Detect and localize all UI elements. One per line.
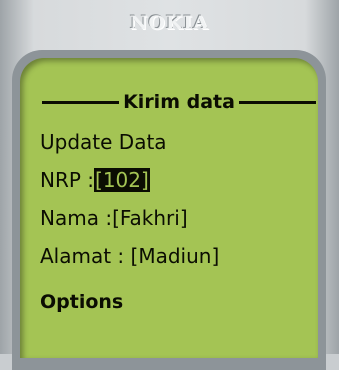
screen-title-row: Kirim data <box>42 90 317 114</box>
nrp-label: NRP : <box>40 168 95 192</box>
phone-body: NOKIA Kirim data Update Data NRP :[102] … <box>0 0 339 370</box>
screen-title: Kirim data <box>123 91 235 113</box>
alamat-field[interactable]: Alamat : [Madiun] <box>40 244 219 268</box>
title-rule-left <box>42 100 120 104</box>
nrp-value[interactable]: [102] <box>94 168 150 192</box>
alamat-value[interactable]: [Madiun] <box>131 244 220 268</box>
nrp-field[interactable]: NRP :[102] <box>40 168 150 192</box>
update-data-item[interactable]: Update Data <box>40 130 167 154</box>
options-softkey[interactable]: Options <box>40 290 123 314</box>
lcd-screen: Kirim data Update Data NRP :[102] Nama :… <box>20 58 318 358</box>
brand-logo: NOKIA <box>129 12 210 34</box>
nama-label: Nama : <box>40 206 113 230</box>
alamat-label: Alamat : <box>40 244 131 268</box>
update-data-label: Update Data <box>40 130 167 154</box>
title-rule-right <box>238 100 317 104</box>
nama-field[interactable]: Nama :[Fakhri] <box>40 206 188 230</box>
nama-value[interactable]: [Fakhri] <box>112 206 188 230</box>
